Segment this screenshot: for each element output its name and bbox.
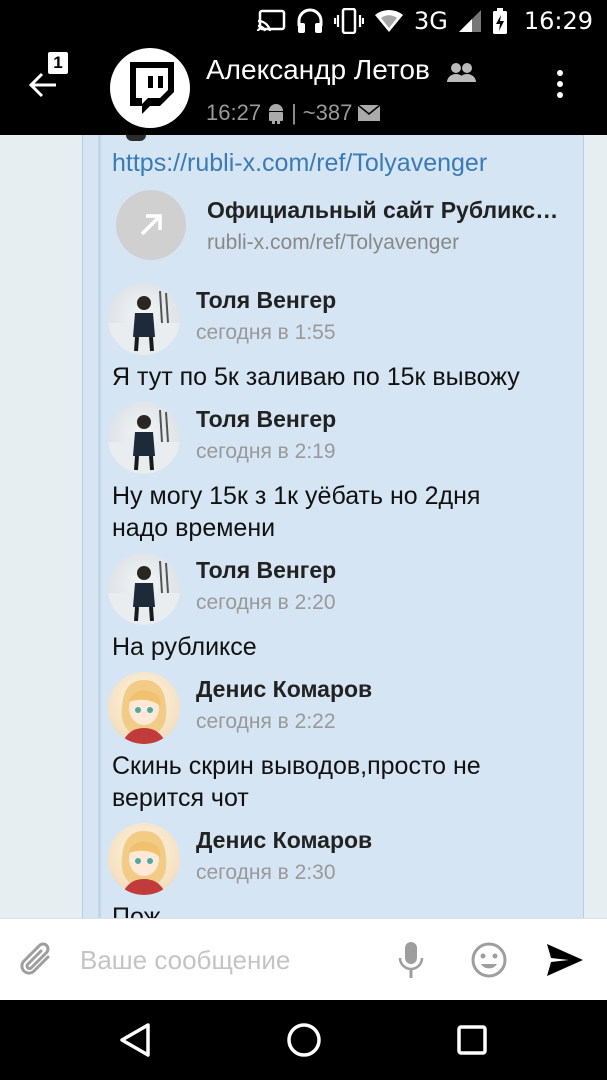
clipped-avatar [126, 135, 146, 141]
emoji-icon[interactable] [470, 941, 508, 979]
app-header: 1 Александр Летов 16:27 | ~387 [0, 42, 607, 135]
chat-title-text: Александр Летов [206, 54, 430, 85]
message-time: сегодня в 1:55 [196, 321, 336, 344]
author-avatar[interactable] [108, 283, 180, 355]
status-bar: 3G 16:29 [0, 0, 607, 42]
message-time: сегодня в 2:30 [196, 861, 336, 884]
avatar-photo [108, 409, 180, 474]
twitch-logo-icon [130, 62, 174, 114]
back-button[interactable]: 1 [28, 52, 74, 108]
send-icon[interactable] [545, 943, 585, 977]
message-item: Толя Венгер сегодня в 1:55 Я тут по 5к з… [108, 283, 578, 393]
system-nav-bar [0, 1000, 607, 1080]
author-avatar[interactable] [108, 672, 180, 744]
author-avatar[interactable] [108, 823, 180, 895]
author-name[interactable]: Денис Комаров [196, 827, 372, 854]
group-icon [446, 62, 476, 82]
message-item: Денис Комаров сегодня в 2:30 Пож… [108, 823, 578, 918]
android-icon [269, 104, 284, 124]
signal-icon [458, 10, 481, 32]
author-name[interactable]: Денис Комаров [196, 676, 372, 703]
chat-area[interactable]: https://rubli-x.com/ref/Tolyavenger Офиц… [0, 135, 607, 918]
message-item: Толя Венгер сегодня в 2:19 Ну могу 15к з… [108, 402, 578, 542]
vibrate-icon [333, 8, 364, 34]
message-text: Пож… [112, 903, 186, 918]
link-preview-title[interactable]: Официальный сайт Рубликс… [207, 197, 558, 224]
external-link-arrow-icon [140, 214, 162, 236]
microphone-icon[interactable] [398, 941, 424, 979]
last-seen-time: 16:27 [206, 100, 262, 125]
paperclip-icon[interactable] [18, 941, 56, 979]
message-input[interactable]: Ваше сообщение [80, 945, 290, 976]
link-preview-url[interactable]: rubli-x.com/ref/Tolyavenger [207, 231, 459, 255]
overflow-menu-button[interactable] [552, 70, 568, 110]
nav-back-icon[interactable] [118, 1022, 152, 1058]
network-type: 3G [413, 7, 448, 35]
nav-recents-icon[interactable] [456, 1022, 488, 1058]
message-link[interactable]: https://rubli-x.com/ref/Tolyavenger [112, 149, 487, 178]
chat-avatar[interactable] [110, 48, 190, 128]
cast-icon [256, 9, 286, 32]
wifi-icon [374, 9, 403, 33]
headphones-icon [297, 8, 323, 33]
message-item: Денис Комаров сегодня в 2:22 Скинь скрин… [108, 672, 578, 812]
avatar-photo [108, 560, 180, 625]
forward-bar [98, 135, 101, 918]
message-time: сегодня в 2:19 [196, 440, 336, 463]
message-text: На рубликсе [112, 633, 257, 661]
status-time: 16:29 [523, 7, 593, 35]
chat-subtitle: 16:27 | ~387 [206, 100, 381, 126]
message-text: Ну могу 15к з 1к уёбать но 2дня надо вре… [112, 482, 481, 542]
status-icons: 3G 16:29 [256, 6, 593, 36]
battery-charging-icon [492, 8, 507, 34]
author-name[interactable]: Толя Венгер [196, 406, 336, 433]
avatar-photo [121, 680, 167, 744]
message-count: ~387 [302, 100, 353, 125]
subtitle-separator: | [291, 100, 297, 125]
envelope-icon [358, 105, 381, 121]
message-time: сегодня в 2:22 [196, 710, 336, 733]
link-preview-icon-circle[interactable] [116, 190, 186, 260]
avatar-photo [121, 831, 167, 895]
message-input-bar: Ваше сообщение [0, 918, 607, 1000]
nav-home-icon[interactable] [286, 1022, 322, 1058]
message-text: Я тут по 5к заливаю по 15к вывожу [112, 363, 520, 391]
chat-title[interactable]: Александр Летов [206, 54, 476, 86]
message-text: Скинь скрин выводов,просто не верится чо… [112, 752, 481, 812]
back-arrow-icon [28, 72, 56, 98]
message-time: сегодня в 2:20 [196, 591, 336, 614]
author-name[interactable]: Толя Венгер [196, 287, 336, 314]
author-avatar[interactable] [108, 402, 180, 474]
avatar-photo [108, 290, 180, 355]
author-avatar[interactable] [108, 553, 180, 625]
author-name[interactable]: Толя Венгер [196, 557, 336, 584]
message-item: Толя Венгер сегодня в 2:20 На рубликсе [108, 553, 578, 663]
